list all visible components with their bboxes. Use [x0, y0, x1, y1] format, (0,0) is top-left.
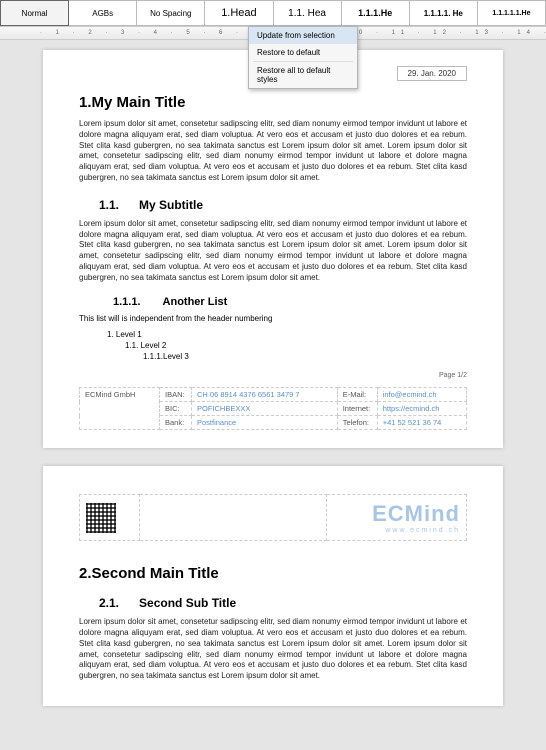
- style-context-menu: Update from selection Restore to default…: [248, 26, 358, 89]
- footer-tel: +41 52 521 36 74: [377, 416, 466, 430]
- letterhead-table: ECMind www.ecmind.ch: [79, 494, 467, 541]
- paragraph-2[interactable]: Lorem ipsum dolor sit amet, consetetur s…: [79, 219, 467, 284]
- menu-restore-all[interactable]: Restore all to default styles: [249, 62, 357, 88]
- h2-number: 1.1.: [99, 198, 119, 212]
- footer-table: ECMind GmbH IBAN: CH 06 8914 4376 6561 3…: [79, 387, 467, 430]
- date-field: 29. Jan. 2020: [397, 66, 467, 81]
- heading-3[interactable]: 1.1.1. Another List: [79, 296, 467, 308]
- h2-text: Second Sub Title: [139, 596, 236, 610]
- footer-bank: Postfinance: [192, 416, 338, 430]
- list-item[interactable]: 1.1. Level 2: [107, 340, 467, 351]
- h1-text: My Main Title: [92, 94, 186, 111]
- style-head5[interactable]: 1.1.1.1.1.He: [478, 0, 546, 26]
- h3-number: 1.1.1.: [113, 296, 141, 308]
- style-head2[interactable]: 1.1. Hea: [274, 0, 342, 26]
- footer-iban: CH 06 8914 4376 6561 3479 7: [192, 388, 338, 402]
- footer-email[interactable]: info@ecmind.ch: [377, 388, 466, 402]
- brand-url: www.ecmind.ch: [333, 527, 460, 534]
- heading-1[interactable]: 1.My Main Title: [79, 94, 467, 111]
- page-number: Page 1/2: [79, 372, 467, 379]
- footer-tel-label: Telefon:: [337, 416, 377, 430]
- heading-2[interactable]: 2.1. Second Sub Title: [79, 596, 467, 610]
- footer-internet[interactable]: https://ecmind.ch: [377, 402, 466, 416]
- list-item[interactable]: 1. Level 1: [107, 329, 467, 340]
- h1-text: Second Main Title: [92, 565, 219, 582]
- page-2[interactable]: ECMind www.ecmind.ch 2.Second Main Title…: [43, 466, 503, 706]
- page-1[interactable]: 29. Jan. 2020 1.My Main Title Lorem ipsu…: [43, 50, 503, 448]
- style-head3[interactable]: 1.1.1.He: [342, 0, 410, 26]
- footer-internet-label: Internet:: [337, 402, 377, 416]
- heading-1[interactable]: 2.Second Main Title: [79, 565, 467, 582]
- style-head4[interactable]: 1.1.1.1. He: [410, 0, 478, 26]
- paragraph-1[interactable]: Lorem ipsum dolor sit amet, consetetur s…: [79, 119, 467, 184]
- style-toolbar: Normal AGBs No Spacing 1.Head 1.1. Hea 1…: [0, 0, 546, 26]
- footer-bank-label: Bank:: [160, 416, 192, 430]
- style-head1[interactable]: 1.Head: [205, 0, 273, 26]
- h2-text: My Subtitle: [139, 198, 203, 212]
- style-no-spacing[interactable]: No Spacing: [137, 0, 205, 26]
- h3-text: Another List: [163, 296, 228, 308]
- heading-2[interactable]: 1.1. My Subtitle: [79, 198, 467, 212]
- menu-update-from-selection[interactable]: Update from selection: [249, 27, 357, 44]
- footer-bic-label: BIC:: [160, 402, 192, 416]
- qr-code-icon: [86, 503, 116, 533]
- style-agbs[interactable]: AGBs: [69, 0, 137, 26]
- menu-restore-to-default[interactable]: Restore to default: [249, 44, 357, 61]
- numbered-list[interactable]: 1. Level 1 1.1. Level 2 1.1.1.Level 3: [79, 329, 467, 363]
- brand-logo: ECMind: [333, 501, 460, 527]
- footer-iban-label: IBAN:: [160, 388, 192, 402]
- list-item[interactable]: 1.1.1.Level 3: [107, 351, 467, 362]
- list-intro[interactable]: This list will is independent from the h…: [79, 314, 467, 323]
- h1-number: 2.: [79, 565, 92, 582]
- footer-bic: POFICHBEXXX: [192, 402, 338, 416]
- h2-number: 2.1.: [99, 596, 119, 610]
- footer-company: ECMind GmbH: [80, 388, 160, 430]
- h1-number: 1.: [79, 94, 92, 111]
- paragraph-3[interactable]: Lorem ipsum dolor sit amet, consetetur s…: [79, 617, 467, 682]
- document-canvas[interactable]: 29. Jan. 2020 1.My Main Title Lorem ipsu…: [0, 40, 546, 750]
- style-normal[interactable]: Normal: [0, 0, 69, 26]
- footer-email-label: E-Mail:: [337, 388, 377, 402]
